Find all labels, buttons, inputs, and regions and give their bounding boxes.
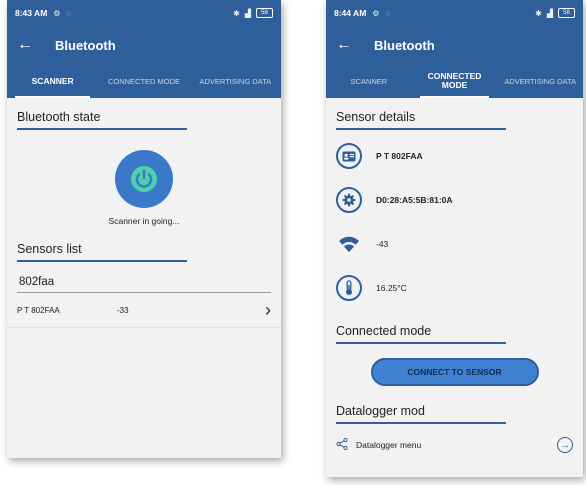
tab-connected-mode[interactable]: CONNECTED MODE xyxy=(98,64,189,98)
page-title: Bluetooth xyxy=(374,37,435,53)
arrow-right-circle-icon[interactable]: → xyxy=(557,437,573,453)
sensor-rssi: -33 xyxy=(117,305,129,315)
temperature-row: 16.25°C xyxy=(326,266,583,310)
section-divider xyxy=(336,128,506,130)
mac-address-row: D0:28:A5:5B:81:0A xyxy=(326,178,583,222)
shield-status-icon: ◌ xyxy=(385,8,391,18)
sensor-name-row: P T 802FAA xyxy=(326,134,583,178)
bluetooth-status-icon: ✱ xyxy=(233,8,240,18)
scanner-screen: 8:43 AM ⚙ ◌ ✱ ▟ 58 ← Bluetooth SCANNER C… xyxy=(7,0,281,458)
sensor-filter-input[interactable]: 802faa xyxy=(17,272,271,293)
app-bar: ← Bluetooth xyxy=(326,26,583,64)
back-arrow-icon[interactable]: ← xyxy=(336,36,366,54)
sensor-details-heading: Sensor details xyxy=(336,110,416,124)
signal-status-icon: ▟ xyxy=(244,8,251,18)
status-time: 8:44 AM xyxy=(334,8,367,18)
status-bar: 8:44 AM ⚙ ◌ ✱ ▟ 58 xyxy=(326,0,583,26)
power-icon xyxy=(131,166,157,192)
rssi-value: -43 xyxy=(376,239,389,249)
section-divider xyxy=(17,260,187,262)
tab-bar: SCANNER CONNECTED MODE ADVERTISING DATA xyxy=(326,64,583,98)
page-title: Bluetooth xyxy=(55,37,116,53)
section-divider xyxy=(336,342,506,344)
app-bar: ← Bluetooth xyxy=(7,26,281,64)
sensors-list-heading: Sensors list xyxy=(17,242,82,256)
datalogger-menu-item[interactable]: Datalogger menu → xyxy=(326,428,583,462)
section-divider xyxy=(17,128,187,130)
sensor-list-item[interactable]: P T 802FAA -33 › xyxy=(7,293,281,328)
connect-to-sensor-button[interactable]: CONNECT TO SENSOR xyxy=(370,358,539,386)
tab-bar: SCANNER CONNECTED MODE ADVERTISING DATA xyxy=(7,64,281,98)
scanner-status-text: Scanner in going... xyxy=(108,216,180,226)
section-divider xyxy=(336,422,506,424)
power-toggle-button[interactable] xyxy=(115,150,173,208)
sensor-name-value: P T 802FAA xyxy=(376,151,423,161)
bluetooth-state-heading: Bluetooth state xyxy=(17,110,101,124)
tab-advertising-data[interactable]: ADVERTISING DATA xyxy=(497,64,583,98)
tab-connected-mode[interactable]: CONNECTED MODE xyxy=(412,64,498,98)
rssi-row: -43 xyxy=(326,222,583,266)
shield-status-icon: ◌ xyxy=(66,8,72,18)
share-icon xyxy=(336,437,348,452)
thermometer-icon xyxy=(336,275,362,301)
tab-advertising-data[interactable]: ADVERTISING DATA xyxy=(190,64,281,98)
temperature-value: 16.25°C xyxy=(376,283,407,293)
signal-status-icon: ▟ xyxy=(546,8,553,18)
battery-icon: 58 xyxy=(558,8,575,18)
mac-address-value: D0:28:A5:5B:81:0A xyxy=(376,195,453,205)
gear-icon xyxy=(336,187,362,213)
datalogger-heading: Datalogger mod xyxy=(336,404,425,418)
back-arrow-icon[interactable]: ← xyxy=(17,36,47,54)
id-card-icon xyxy=(336,143,362,169)
connected-mode-screen: 8:44 AM ⚙ ◌ ✱ ▟ 58 ← Bluetooth SCANNER C… xyxy=(326,0,583,477)
wifi-signal-icon xyxy=(336,235,362,253)
status-bar: 8:43 AM ⚙ ◌ ✱ ▟ 58 xyxy=(7,0,281,26)
settings-status-icon: ⚙ xyxy=(53,8,61,18)
bluetooth-status-icon: ✱ xyxy=(535,8,542,18)
chevron-right-icon: › xyxy=(265,299,271,320)
connected-mode-heading: Connected mode xyxy=(336,324,432,338)
tab-scanner[interactable]: SCANNER xyxy=(326,64,412,98)
sensor-name: P T 802FAA xyxy=(17,305,60,315)
settings-status-icon: ⚙ xyxy=(372,8,380,18)
battery-icon: 58 xyxy=(256,8,273,18)
tab-scanner[interactable]: SCANNER xyxy=(7,64,98,98)
datalogger-menu-label: Datalogger menu xyxy=(356,440,422,450)
status-time: 8:43 AM xyxy=(15,8,48,18)
